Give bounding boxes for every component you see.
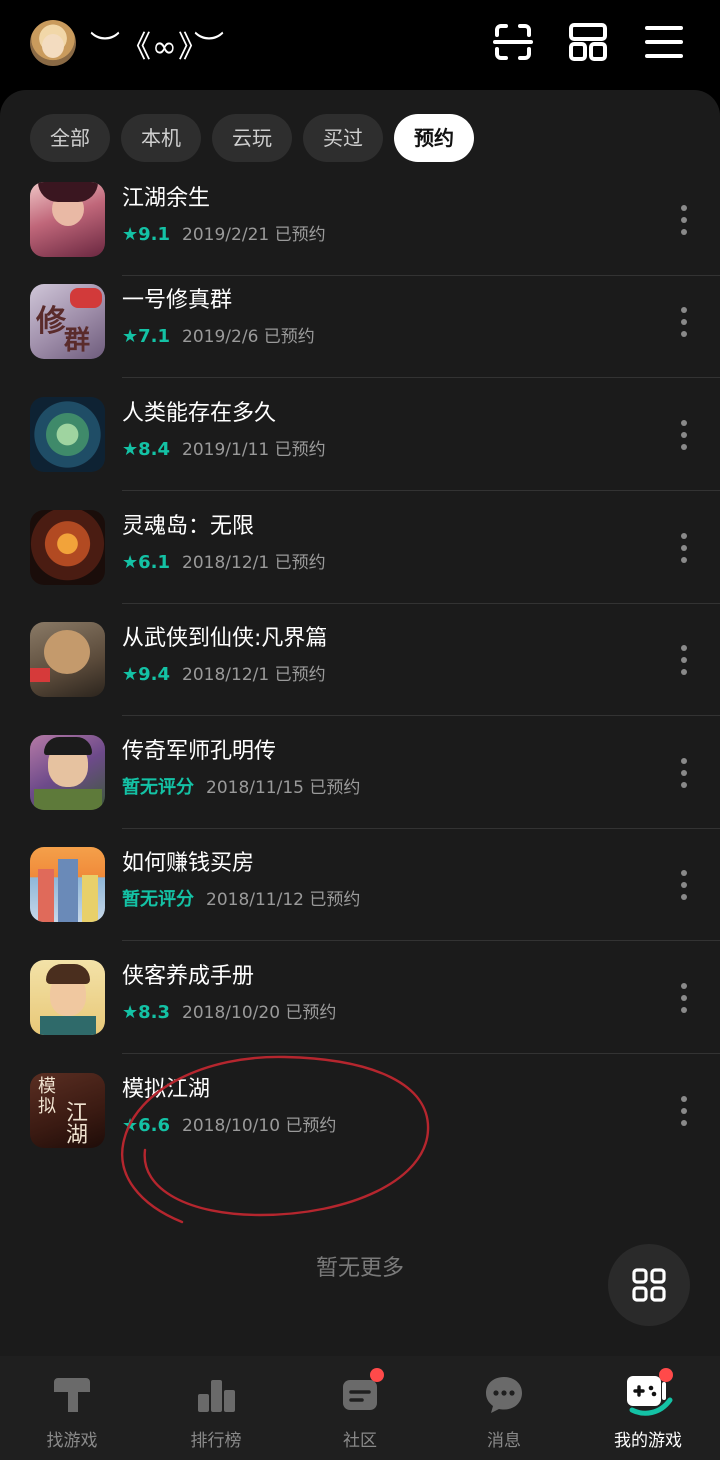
game-title: 侠客养成手册 bbox=[122, 964, 255, 989]
reserve-date: 2019/1/11 已预约 bbox=[182, 440, 326, 460]
filter-tabs: 全部 本机 云玩 买过 预约 bbox=[30, 114, 474, 162]
bottom-navigation: 找游戏 排行榜 社区 消息 我的游戏 bbox=[0, 1356, 720, 1460]
more-options-icon[interactable] bbox=[674, 980, 694, 1016]
tab-reserved[interactable]: 预约 bbox=[394, 114, 474, 162]
nav-label: 消息 bbox=[487, 1431, 521, 1451]
more-options-icon[interactable] bbox=[674, 530, 694, 566]
more-options-icon[interactable] bbox=[674, 1093, 694, 1129]
game-icon bbox=[30, 182, 105, 257]
game-meta: ★7.1 2019/2/6 已预约 bbox=[122, 322, 315, 347]
avatar[interactable] bbox=[30, 20, 76, 66]
game-meta: 暂无评分 2018/11/15 已预约 bbox=[122, 773, 360, 799]
tab-cloud[interactable]: 云玩 bbox=[212, 114, 292, 162]
reserve-date: 2019/2/6 已预约 bbox=[182, 327, 315, 347]
game-icon bbox=[30, 960, 105, 1035]
notification-dot bbox=[370, 1368, 384, 1382]
divider bbox=[122, 940, 720, 941]
divider bbox=[122, 715, 720, 716]
more-options-icon[interactable] bbox=[674, 642, 694, 678]
nav-label: 社区 bbox=[343, 1431, 377, 1451]
nav-leaderboard[interactable]: 排行榜 bbox=[144, 1356, 288, 1460]
tab-local[interactable]: 本机 bbox=[121, 114, 201, 162]
game-rating: 暂无评分 bbox=[122, 777, 194, 798]
nav-my-games[interactable]: 我的游戏 bbox=[576, 1356, 720, 1460]
grid-icon[interactable] bbox=[568, 22, 608, 62]
apps-grid-icon bbox=[632, 1268, 666, 1302]
list-item[interactable]: 如何赚钱买房 暂无评分 2018/11/12 已预约 bbox=[0, 847, 720, 959]
nav-community[interactable]: 社区 bbox=[288, 1356, 432, 1460]
list-item[interactable]: 灵魂岛：无限 ★6.1 2018/12/1 已预约 bbox=[0, 510, 720, 622]
game-icon: 模拟 江湖 bbox=[30, 1073, 105, 1148]
reserve-date: 2018/11/15 已预约 bbox=[206, 778, 361, 798]
game-icon: 修 群 bbox=[30, 284, 105, 359]
game-title: 江湖余生 bbox=[122, 186, 211, 211]
tab-all[interactable]: 全部 bbox=[30, 114, 110, 162]
more-options-icon[interactable] bbox=[674, 755, 694, 791]
list-item[interactable]: 江湖余生 ★9.1 2019/2/21 已预约 bbox=[0, 182, 720, 294]
game-rating: 暂无评分 bbox=[122, 889, 194, 910]
game-title: 一号修真群 bbox=[122, 288, 233, 313]
floating-apps-button[interactable] bbox=[608, 1244, 690, 1326]
menu-icon[interactable] bbox=[644, 22, 684, 62]
top-bar: ︶《∞》︶ bbox=[0, 0, 720, 90]
game-rating: ★9.1 bbox=[122, 224, 171, 245]
nav-find-games[interactable]: 找游戏 bbox=[0, 1356, 144, 1460]
game-meta: ★8.4 2019/1/11 已预约 bbox=[122, 435, 326, 460]
list-item[interactable]: 传奇军师孔明传 暂无评分 2018/11/15 已预约 bbox=[0, 735, 720, 847]
reserve-date: 2018/11/12 已预约 bbox=[206, 890, 361, 910]
game-icon bbox=[30, 622, 105, 697]
game-meta: ★9.1 2019/2/21 已预约 bbox=[122, 220, 326, 245]
nav-label: 找游戏 bbox=[46, 1431, 98, 1451]
reserve-date: 2018/12/1 已预约 bbox=[182, 665, 326, 685]
game-icon bbox=[30, 510, 105, 585]
notification-dot bbox=[659, 1368, 673, 1382]
divider bbox=[122, 828, 720, 829]
divider bbox=[122, 603, 720, 604]
nav-label: 排行榜 bbox=[190, 1431, 242, 1451]
reserve-date: 2018/12/1 已预约 bbox=[182, 553, 326, 573]
tab-purchased[interactable]: 买过 bbox=[303, 114, 383, 162]
more-options-icon[interactable] bbox=[674, 417, 694, 453]
divider bbox=[122, 275, 720, 276]
nav-label: 我的游戏 bbox=[614, 1431, 682, 1451]
game-title: 从武侠到仙侠:凡界篇 bbox=[122, 626, 328, 651]
nickname[interactable]: ︶《∞》︶ bbox=[90, 22, 225, 66]
more-options-icon[interactable] bbox=[674, 867, 694, 903]
game-rating: ★6.1 bbox=[122, 552, 171, 573]
game-icon bbox=[30, 847, 105, 922]
game-meta: ★8.3 2018/10/20 已预约 bbox=[122, 998, 336, 1023]
game-icon bbox=[30, 397, 105, 472]
game-title: 如何赚钱买房 bbox=[122, 851, 255, 876]
hand-drawn-circle-annotation bbox=[121, 1055, 430, 1224]
divider bbox=[122, 490, 720, 491]
game-list-panel: 江湖余生 ★9.1 2019/2/21 已预约 修 群 一号修真群 ★7.1 201… bbox=[0, 90, 720, 1356]
leaderboard-icon bbox=[198, 1380, 235, 1412]
more-options-icon[interactable] bbox=[674, 202, 694, 238]
list-item[interactable]: 修 群 一号修真群 ★7.1 2019/2/6 已预约 bbox=[0, 284, 720, 396]
divider bbox=[122, 377, 720, 378]
nav-messages[interactable]: 消息 bbox=[432, 1356, 576, 1460]
game-title: 灵魂岛：无限 bbox=[122, 514, 255, 539]
messages-icon bbox=[486, 1377, 522, 1413]
game-icon bbox=[30, 735, 105, 810]
find-games-icon bbox=[54, 1378, 90, 1412]
game-rating: ★8.4 bbox=[122, 439, 171, 460]
list-item[interactable]: 从武侠到仙侠:凡界篇 ★9.4 2018/12/1 已预约 bbox=[0, 622, 720, 734]
reserve-date: 2018/10/20 已预约 bbox=[182, 1003, 337, 1023]
scan-icon[interactable] bbox=[493, 22, 533, 62]
game-meta: ★9.4 2018/12/1 已预约 bbox=[122, 660, 326, 685]
game-rating: ★8.3 bbox=[122, 1002, 171, 1023]
game-meta: ★6.1 2018/12/1 已预约 bbox=[122, 548, 326, 573]
game-title: 人类能存在多久 bbox=[122, 401, 277, 426]
game-title: 传奇军师孔明传 bbox=[122, 739, 277, 764]
game-rating: ★7.1 bbox=[122, 326, 171, 347]
reserve-date: 2019/2/21 已预约 bbox=[182, 225, 326, 245]
list-item[interactable]: 人类能存在多久 ★8.4 2019/1/11 已预约 bbox=[0, 397, 720, 509]
game-rating: ★9.4 bbox=[122, 664, 171, 685]
game-meta: 暂无评分 2018/11/12 已预约 bbox=[122, 885, 360, 911]
more-options-icon[interactable] bbox=[674, 304, 694, 340]
